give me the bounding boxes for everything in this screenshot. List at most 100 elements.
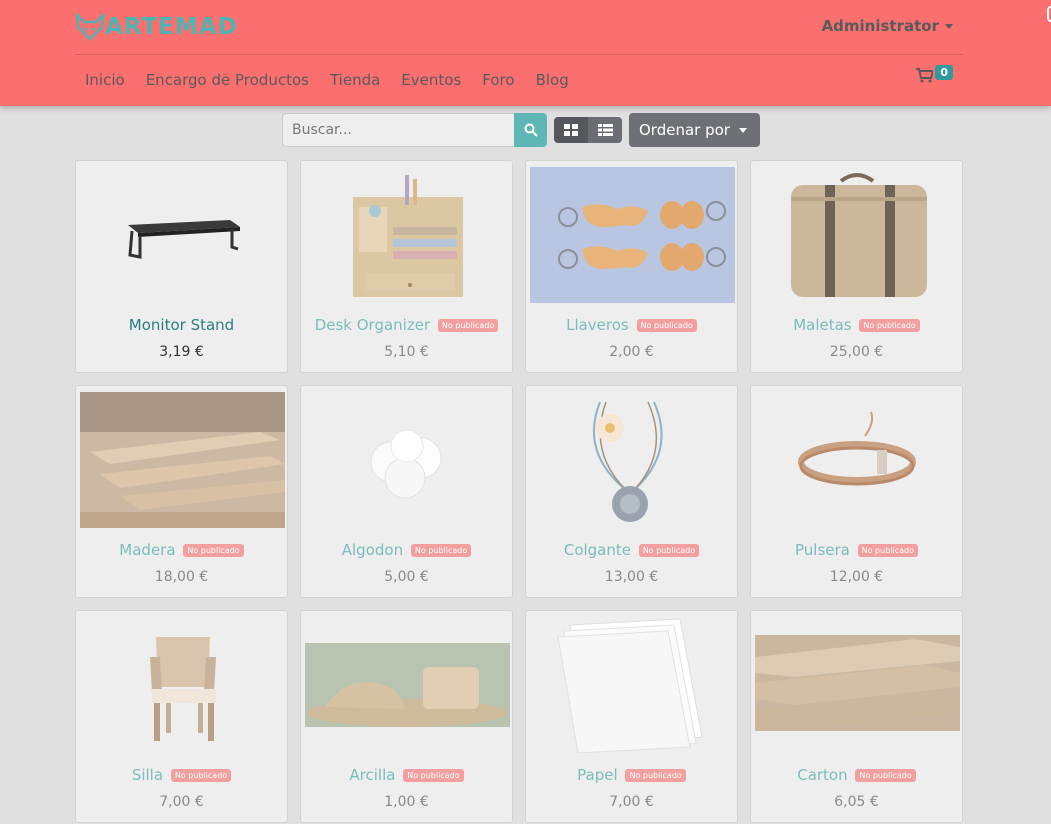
product-image[interactable] [305,167,510,303]
nav-item-tienda[interactable]: Tienda [330,71,380,89]
nav-item-foro[interactable]: Foro [482,71,514,89]
unpublished-badge: No publicado [859,319,920,332]
product-price: 18,00 € [154,569,209,585]
product-title[interactable]: Desk Organizer No publicado [301,316,512,334]
bracelet-image [798,411,916,486]
product-image[interactable] [530,167,735,303]
product-card[interactable]: Pulsera No publicado 12,00 € [750,385,963,598]
unpublished-badge: No publicado [437,319,499,332]
product-title[interactable]: Carton No publicado [751,766,962,784]
unpublished-badge: No publicado [857,544,918,557]
product-title[interactable]: Papel No publicado [526,766,737,784]
product-title[interactable]: Silla No publicado [76,766,287,784]
brand-logo[interactable]: ARTEMAD [75,11,238,43]
list-icon [597,124,613,136]
product-card[interactable]: Carton No publicado 6,05 € [750,610,963,823]
suitcase-image [791,173,927,297]
chevron-down-icon [738,127,747,133]
product-card[interactable]: Algodon No publicado 5,00 € [300,385,513,598]
unpublished-badge: No publicado [638,544,700,557]
product-title[interactable]: Colgante No publicado [526,541,737,559]
chevron-down-icon [945,23,953,29]
product-card[interactable]: Silla No publicado 7,00 € [75,610,288,823]
product-card[interactable]: Arcilla No publicado 1,00 € [300,610,513,823]
unpublished-badge: No publicado [183,544,244,557]
product-price: 12,00 € [829,569,884,585]
product-name[interactable]: Maletas [793,316,851,334]
product-title[interactable]: Pulsera No publicado [751,541,962,559]
user-menu[interactable]: Administrator [822,17,953,35]
view-toggle [554,117,622,143]
product-image[interactable] [755,392,960,528]
product-card[interactable]: Llaveros No publicado 2,00 € [525,160,738,373]
product-price: 5,00 € [384,569,429,585]
product-card[interactable]: Monitor Stand 3,19 € [75,160,288,373]
product-name[interactable]: Madera [119,541,175,559]
product-title[interactable]: Llaveros No publicado [526,316,737,334]
top-header: ARTEMAD Administrator Inicio Encargo de … [0,0,1051,106]
nav-item-encargo-de-productos[interactable]: Encargo de Productos [146,71,309,89]
shop-toolbar: Ordenar por [282,113,760,147]
product-image[interactable] [305,617,510,753]
product-name[interactable]: Monitor Stand [129,316,234,334]
product-price: 6,05 € [834,794,879,810]
product-title[interactable]: Maletas No publicado [751,316,962,334]
product-title[interactable]: Algodon No publicado [301,541,512,559]
product-image[interactable] [80,617,285,753]
nav-item-eventos[interactable]: Eventos [401,71,461,89]
brand-name: ARTEMAD [105,14,238,40]
product-name[interactable]: Llaveros [566,316,629,334]
grid-view-button[interactable] [554,117,588,143]
product-name[interactable]: Papel [577,766,617,784]
product-card[interactable]: Desk Organizer No publicado 5,10 € [300,160,513,373]
product-card[interactable]: Papel No publicado 7,00 € [525,610,738,823]
product-image[interactable] [755,617,960,753]
search-input[interactable] [282,113,514,147]
desk-organizer-image [353,175,463,297]
cart-button[interactable]: 0 [916,65,953,83]
product-image[interactable] [80,167,285,303]
product-image[interactable] [530,617,735,753]
keychains-image [530,167,735,303]
cotton-balls-image [370,429,442,499]
unpublished-badge: No publicado [625,769,686,782]
product-image[interactable] [305,392,510,528]
product-image[interactable] [530,392,735,528]
product-price: 2,00 € [609,344,654,360]
main-nav: Inicio Encargo de Productos Tienda Event… [85,71,569,89]
sort-dropdown[interactable]: Ordenar por [629,113,760,147]
product-name[interactable]: Carton [797,766,847,784]
monitor-stand-image [128,220,240,259]
product-image[interactable] [755,167,960,303]
product-title[interactable]: Arcilla No publicado [301,766,512,784]
cart-count-badge: 0 [935,65,953,80]
product-name[interactable]: Pulsera [795,541,850,559]
product-name[interactable]: Desk Organizer [315,316,430,334]
product-card[interactable]: Colgante No publicado 13,00 € [525,385,738,598]
clay-image [305,643,510,727]
shopping-cart-icon [916,68,934,83]
product-name[interactable]: Colgante [564,541,631,559]
pendant-necklace-image [593,401,663,522]
product-name[interactable]: Silla [132,766,163,784]
nav-item-blog[interactable]: Blog [536,71,569,89]
search-icon [524,123,538,137]
chair-image [150,637,216,741]
search-button[interactable] [514,113,547,147]
product-title[interactable]: Madera No publicado [76,541,287,559]
product-price: 7,00 € [609,794,654,810]
product-card[interactable]: Madera No publicado 18,00 € [75,385,288,598]
product-name[interactable]: Algodon [342,541,403,559]
nav-item-inicio[interactable]: Inicio [85,71,125,89]
product-image[interactable] [80,392,285,528]
product-card[interactable]: Maletas No publicado 25,00 € [750,160,963,373]
product-name[interactable]: Arcilla [349,766,395,784]
product-price: 7,00 € [159,794,204,810]
product-title[interactable]: Monitor Stand [76,316,287,334]
product-price: 5,10 € [384,344,429,360]
unpublished-badge: No publicado [636,319,697,332]
paper-sheets-image [557,618,703,753]
user-menu-label: Administrator [821,17,939,35]
list-view-button[interactable] [588,117,622,143]
unpublished-badge: No publicado [855,769,916,782]
